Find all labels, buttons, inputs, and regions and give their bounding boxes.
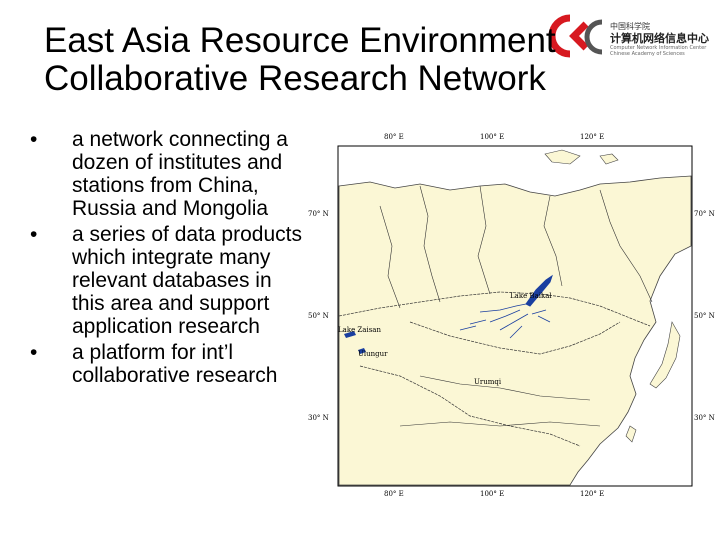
bullet-list: • a network connecting a dozen of institu… [30, 128, 310, 390]
bottom-label: 100° E [480, 490, 504, 498]
top-label: 120° E [580, 133, 604, 141]
bullet-marker: • [30, 223, 38, 246]
left-label: 50° N [308, 312, 329, 320]
bullet-item: • a network connecting a dozen of institu… [30, 128, 288, 220]
slide-title: East Asia Resource Environment Collabora… [44, 22, 644, 98]
left-label: 70° N [308, 210, 329, 218]
top-label: 80° E [384, 133, 404, 141]
right-label: 70° N [694, 210, 715, 218]
right-label: 30° N [694, 414, 715, 422]
bullet-marker: • [30, 128, 38, 151]
map-svg: 80° E 100° E 120° E 80° E 100° E 120° E … [308, 133, 715, 498]
bullet-item: • a series of data products which integra… [30, 223, 302, 338]
east-asia-map: 80° E 100° E 120° E 80° E 100° E 120° E … [300, 126, 720, 506]
bullet-item: • a platform for int’l collaborative rese… [30, 341, 278, 387]
bullet-marker: • [30, 341, 38, 364]
bottom-label: 120° E [580, 490, 604, 498]
title-line-2: Collaborative Research Network [44, 59, 546, 98]
place-label: Lake Zaisan [338, 326, 381, 334]
bottom-label: 80° E [384, 490, 404, 498]
right-label: 50° N [694, 312, 715, 320]
top-label: 100° E [480, 133, 504, 141]
place-label: Lake Baikal [510, 292, 552, 300]
place-label: Ulungur [358, 350, 388, 358]
place-label: Urumqi [474, 378, 502, 386]
left-label: 30° N [308, 414, 329, 422]
title-line-1: East Asia Resource Environment [44, 21, 556, 60]
